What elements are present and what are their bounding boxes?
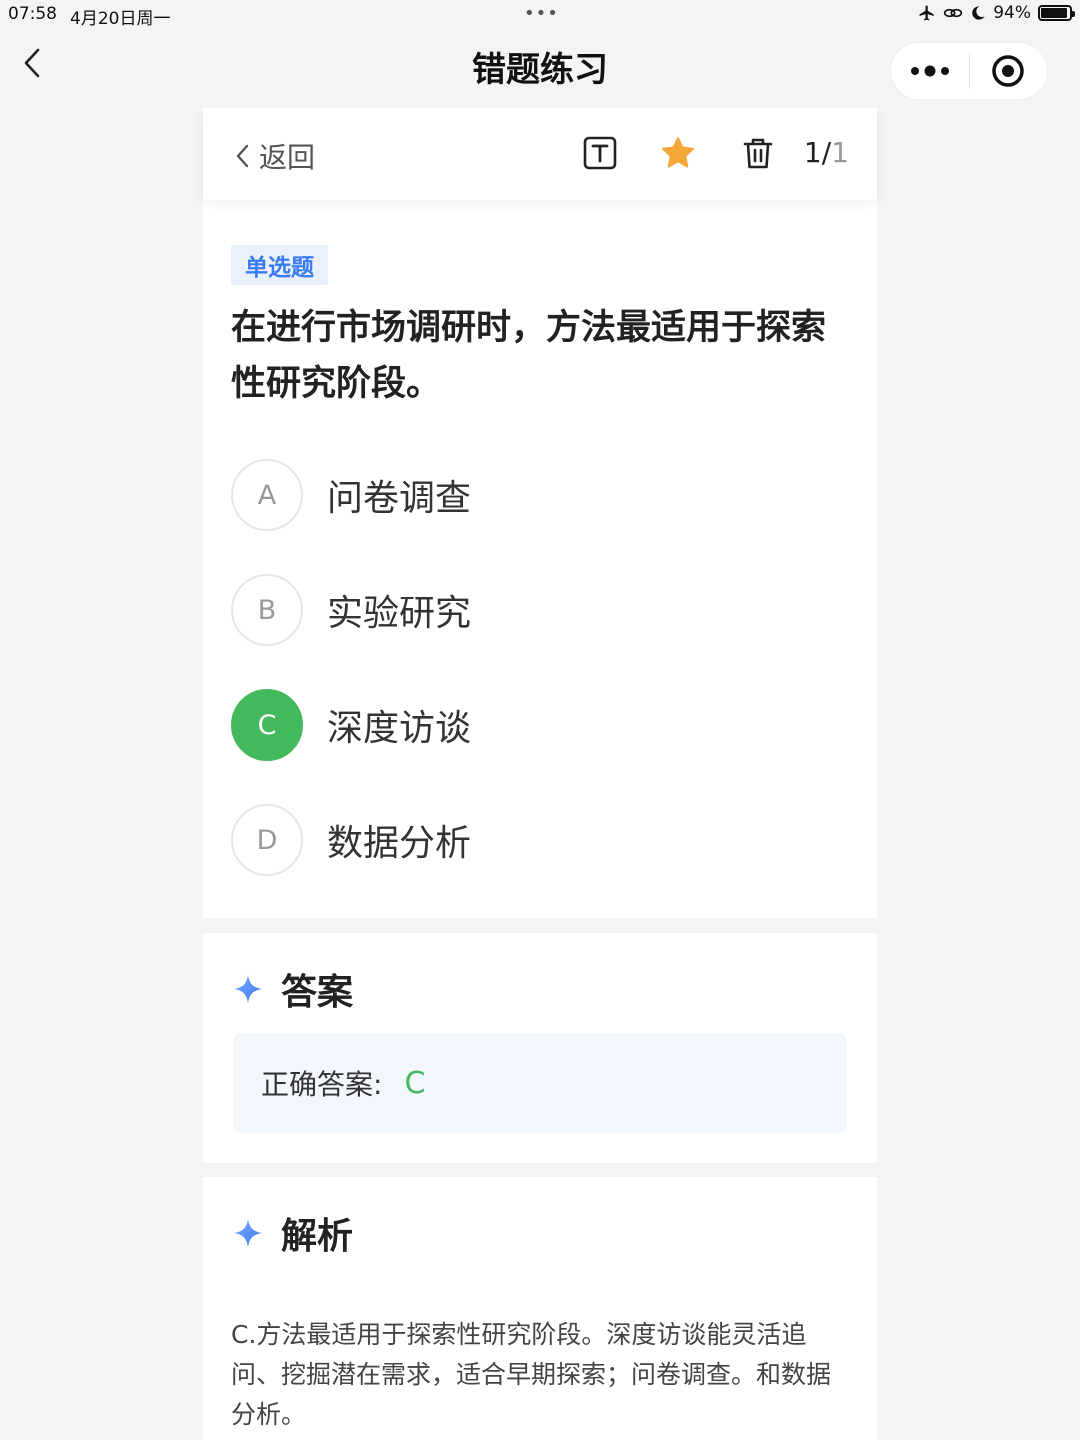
counter-total: 1 [831, 136, 849, 169]
return-button[interactable]: 返回 [233, 136, 315, 176]
target-icon [992, 55, 1024, 87]
question-text: 在进行市场调研时，方法最适用于探索性研究阶段。 [231, 308, 827, 404]
option-d[interactable]: D 数据分析 [231, 803, 831, 877]
battery-icon [1038, 5, 1075, 21]
multitask-dots[interactable]: ••• [524, 3, 559, 24]
moon-icon [972, 6, 985, 20]
analysis-card: 解析 C.方法最适用于探索性研究阶段。深度访谈能灵活追问、挖掘潜在需求，适合早期… [203, 1177, 877, 1440]
status-bar: 07:58 4月20日周一 ••• 94% [0, 0, 1080, 30]
option-text: 数据分析 [327, 823, 472, 864]
option-a[interactable]: A 问卷调查 [231, 458, 831, 532]
star-icon[interactable] [661, 136, 695, 170]
option-text: 实验研究 [327, 593, 472, 634]
return-label: 返回 [259, 141, 316, 174]
chevron-left-icon [236, 144, 249, 168]
airplane-icon [919, 5, 934, 21]
link-icon [944, 8, 963, 18]
correct-answer-label: 正确答案: [261, 1068, 383, 1101]
status-icons: 94% [918, 3, 1075, 23]
answer-title: 答案 [281, 972, 354, 1013]
option-b[interactable]: B 实验研究 [231, 573, 831, 647]
option-letter: D [231, 804, 303, 876]
trash-icon[interactable] [741, 136, 775, 170]
answer-section-title: 答案 [233, 963, 353, 1015]
status-date: 4月20日周一 [70, 9, 171, 29]
more-button[interactable] [891, 43, 969, 99]
option-letter: A [231, 459, 303, 531]
analysis-section-title: 解析 [233, 1207, 353, 1259]
nav-bar: 错题练习 [0, 30, 1080, 108]
question-counter: 1/1 [804, 136, 849, 169]
status-time: 07:58 [8, 4, 57, 24]
text-size-icon[interactable] [583, 136, 617, 170]
sparkle-icon [234, 1219, 262, 1247]
option-c[interactable]: C 深度访谈 [231, 688, 831, 762]
more-dots-icon [910, 65, 949, 77]
close-button[interactable] [970, 43, 1048, 99]
counter-current: 1/ [803, 136, 832, 169]
mini-program-capsule [890, 42, 1048, 100]
question-card: 单选题 在进行市场调研时，方法最适用于探索性研究阶段。 A 问卷调查 B 实验研… [203, 200, 877, 918]
option-text: 深度访谈 [327, 708, 472, 749]
option-letter-selected: C [231, 689, 303, 761]
option-text: 问卷调查 [327, 478, 472, 519]
correct-answer-value: C [404, 1065, 426, 1101]
analysis-title: 解析 [281, 1216, 354, 1257]
correct-answer-box: 正确答案: C [233, 1033, 847, 1133]
sparkle-icon [234, 975, 262, 1003]
analysis-text: C.方法最适用于探索性研究阶段。深度访谈能灵活追问、挖掘潜在需求，适合早期探索；… [231, 1320, 832, 1429]
question-type-badge: 单选题 [231, 245, 328, 285]
question-toolbar: 返回 1/1 [203, 108, 877, 200]
answer-card: 答案 正确答案: C [203, 933, 877, 1163]
option-letter: B [231, 574, 303, 646]
battery-percent: 94% [993, 3, 1031, 23]
